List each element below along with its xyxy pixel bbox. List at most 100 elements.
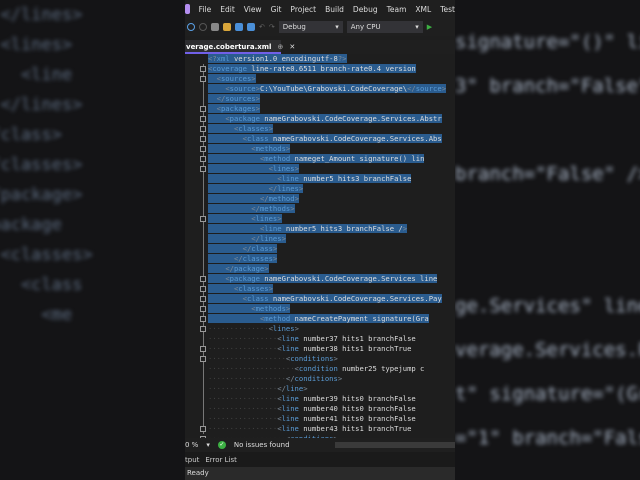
fold-toggle-icon[interactable] — [200, 276, 206, 282]
code-line[interactable]: <lines> — [200, 164, 446, 174]
back-icon[interactable] — [187, 23, 195, 31]
code-line[interactable]: <class nameGrabovski.CodeCoverage.Servic… — [200, 294, 446, 304]
code-line[interactable]: </methods> — [208, 204, 446, 214]
blurred-text-line: ="1" branch="False — [455, 427, 640, 449]
code-line[interactable]: ················<line number38 hits1 bra… — [200, 344, 446, 354]
line-indent — [208, 124, 234, 133]
tab-coverage-cobertura-xml[interactable]: verage.cobertura.xml ⊕ ✕ — [185, 40, 295, 54]
blurred-text-line: branch="False" /> — [455, 163, 640, 185]
code-line-text: <lines> — [268, 324, 299, 333]
tab-output[interactable]: tput — [185, 456, 199, 464]
code-line[interactable]: ················<line number40 hits0 bra… — [208, 404, 446, 414]
code-line[interactable]: ················<line number41 hits0 bra… — [208, 414, 446, 424]
issues-status[interactable]: No issues found — [234, 441, 290, 449]
menu-team[interactable]: Team — [387, 5, 407, 14]
fold-toggle-icon[interactable] — [200, 326, 206, 332]
code-line[interactable]: <method nameget_Amount signature() lin — [200, 154, 446, 164]
menu-debug[interactable]: Debug — [353, 5, 378, 14]
fold-toggle-icon[interactable] — [200, 156, 206, 162]
code-line[interactable]: <line number5 hits3 branchFalse /> — [208, 224, 446, 234]
code-line[interactable]: </method> — [208, 194, 446, 204]
fold-toggle-icon[interactable] — [200, 216, 206, 222]
code-line[interactable]: <package nameGrabovski.CodeCoverage.Serv… — [200, 114, 446, 124]
line-indent — [208, 104, 217, 113]
code-line[interactable]: </class> — [208, 244, 446, 254]
fold-toggle-icon[interactable] — [200, 306, 206, 312]
menu-project[interactable]: Project — [290, 5, 316, 14]
platform-select[interactable]: Any CPU ▾ — [346, 21, 423, 33]
code-line[interactable]: ················<line number43 hits1 bra… — [200, 424, 446, 434]
fold-toggle-icon[interactable] — [200, 146, 206, 152]
code-line[interactable]: ················<line number39 hits0 bra… — [208, 394, 446, 404]
code-line[interactable]: ··················</conditions> — [208, 374, 446, 384]
code-line[interactable]: <lines> — [200, 214, 446, 224]
code-line[interactable]: ················</line> — [208, 384, 446, 394]
code-line[interactable]: <line number5 hits3 branchFalse — [208, 174, 446, 184]
fold-toggle-icon[interactable] — [200, 76, 206, 82]
code-line[interactable]: </classes> — [208, 254, 446, 264]
code-line[interactable]: <sources> — [200, 74, 446, 84]
code-line[interactable]: <methods> — [200, 304, 446, 314]
code-line[interactable]: <methods> — [200, 144, 446, 154]
code-line[interactable]: ····················<condition number25 … — [208, 364, 446, 374]
code-line[interactable]: <packages> — [200, 104, 446, 114]
xml-editor[interactable]: <?xml version1.0 encodingutf-8?> <coverag… — [185, 54, 455, 438]
fold-toggle-icon[interactable] — [200, 426, 206, 432]
code-line[interactable]: <coverage line-rate0.6511 branch-rate0.4… — [200, 64, 446, 74]
zoom-level[interactable]: 0 % — [185, 441, 198, 449]
fold-toggle-icon[interactable] — [200, 106, 206, 112]
code-line[interactable]: </package> — [208, 264, 446, 274]
toolbar: ↶ ↷ Debug ▾ Any CPU ▾ ▶ — [185, 18, 455, 36]
code-line[interactable]: <package nameGrabovski.CodeCoverage.Serv… — [200, 274, 446, 284]
pin-icon[interactable]: ⊕ — [277, 40, 283, 52]
code-area[interactable]: <?xml version1.0 encodingutf-8?> <coverag… — [200, 54, 447, 438]
undo-icon[interactable]: ↶ — [259, 23, 265, 31]
code-line[interactable]: <source>C:\YouTube\Grabovski.CodeCoverag… — [208, 84, 447, 94]
code-line[interactable]: ··············<lines> — [200, 324, 446, 334]
tab-error-list[interactable]: Error List — [205, 456, 237, 464]
fold-toggle-icon[interactable] — [200, 126, 206, 132]
code-line[interactable]: <class nameGrabovski.CodeCoverage.Servic… — [200, 134, 446, 144]
menu-edit[interactable]: Edit — [220, 5, 235, 14]
code-line[interactable]: </sources> — [208, 94, 446, 104]
blurred-text-line: ge.Services" line — [455, 295, 640, 317]
fold-toggle-icon[interactable] — [200, 346, 206, 352]
menu-build[interactable]: Build — [325, 5, 344, 14]
line-indent: ················ — [208, 424, 278, 433]
fold-toggle-icon[interactable] — [200, 116, 206, 122]
start-icon[interactable]: ▶ — [427, 23, 432, 31]
code-line[interactable]: <classes> — [200, 124, 446, 134]
code-line[interactable]: <method nameCreatePayment signature(Gra — [200, 314, 446, 324]
code-line[interactable]: </lines> — [208, 184, 446, 194]
save-icon[interactable] — [235, 23, 243, 31]
blurred-text-line: <class — [20, 275, 83, 295]
code-line[interactable]: </lines> — [208, 234, 446, 244]
new-project-icon[interactable] — [211, 23, 219, 31]
code-line-text: <?xml version1.0 encodingutf-8?> — [208, 54, 347, 63]
configuration-select[interactable]: Debug ▾ — [278, 21, 343, 33]
code-line[interactable]: ··················<conditions> — [200, 354, 446, 364]
open-folder-icon[interactable] — [223, 23, 231, 31]
fold-toggle-icon[interactable] — [200, 356, 206, 362]
menu-test[interactable]: Test — [440, 5, 455, 14]
save-all-icon[interactable] — [247, 23, 255, 31]
zoom-dropdown-icon[interactable]: ▾ — [206, 441, 210, 449]
fold-toggle-icon[interactable] — [200, 136, 206, 142]
fold-toggle-icon[interactable] — [200, 296, 206, 302]
redo-icon[interactable]: ↷ — [269, 23, 275, 31]
code-line[interactable]: <?xml version1.0 encodingutf-8?> — [208, 54, 446, 64]
fold-toggle-icon[interactable] — [200, 166, 206, 172]
menu-git[interactable]: Git — [271, 5, 282, 14]
forward-icon[interactable] — [199, 23, 207, 31]
menu-file[interactable]: File — [199, 5, 212, 14]
line-indent — [208, 144, 252, 153]
horizontal-scrollbar[interactable] — [335, 442, 455, 448]
menu-view[interactable]: View — [244, 5, 262, 14]
fold-toggle-icon[interactable] — [200, 286, 206, 292]
menu-xml[interactable]: XML — [415, 5, 431, 14]
fold-toggle-icon[interactable] — [200, 66, 206, 72]
fold-toggle-icon[interactable] — [200, 316, 206, 322]
code-line[interactable]: ················<line number37 hits1 bra… — [208, 334, 446, 344]
code-line[interactable]: <classes> — [200, 284, 446, 294]
close-icon[interactable]: ✕ — [289, 40, 295, 52]
